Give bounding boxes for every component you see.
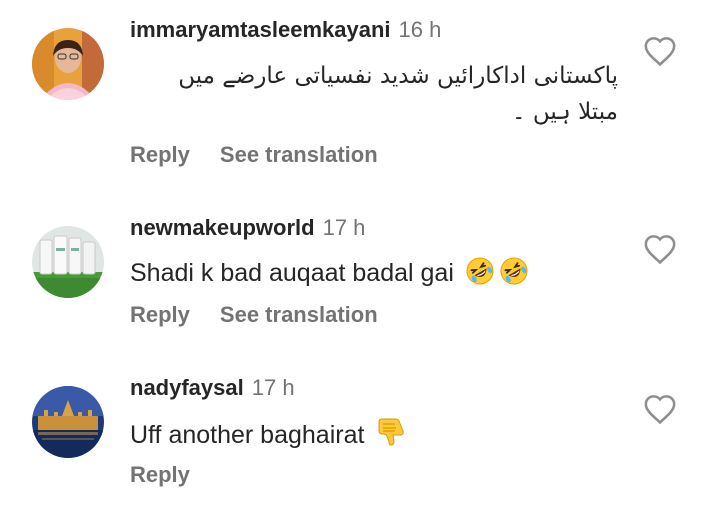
heart-icon[interactable] (643, 393, 677, 425)
comment-header: immaryamtasleemkayani 16 h (130, 17, 441, 43)
timestamp: 17 h (251, 375, 295, 400)
comment-actions: Reply See translation (130, 142, 378, 168)
comment-text: Uff another baghairat (130, 416, 407, 452)
comment-item: newmakeupworld 17 h Shadi k bad auqaat ba… (0, 190, 720, 350)
avatar[interactable] (32, 28, 104, 100)
see-translation-button[interactable]: See translation (220, 302, 378, 327)
username[interactable]: immaryamtasleemkayani (130, 17, 391, 42)
timestamp: 17 h (322, 215, 366, 240)
comment-header: nadyfaysal 17 h (130, 375, 295, 401)
reply-button[interactable]: Reply (130, 302, 190, 327)
comment-text-content: Shadi k bad auqaat badal gai (130, 259, 454, 287)
rolling-on-floor-laughing-icon (499, 256, 529, 286)
heart-icon[interactable] (643, 35, 677, 67)
avatar[interactable] (32, 386, 104, 458)
reply-button[interactable]: Reply (130, 142, 190, 167)
comment-item: immaryamtasleemkayani 16 h پاکستانی اداکا… (0, 0, 720, 190)
thumbs-down-icon (375, 416, 407, 448)
timestamp: 16 h (398, 17, 442, 42)
comment-actions: Reply See translation (130, 302, 378, 328)
username[interactable]: nadyfaysal (130, 375, 244, 400)
avatar[interactable] (32, 226, 104, 298)
comment-actions: Reply (130, 462, 190, 488)
heart-icon[interactable] (643, 233, 677, 265)
username[interactable]: newmakeupworld (130, 215, 315, 240)
see-translation-button[interactable]: See translation (220, 142, 378, 167)
rolling-on-floor-laughing-icon (465, 256, 495, 286)
comment-header: newmakeupworld 17 h (130, 215, 365, 241)
comment-text-line-2: مبتلا ہیں ۔ (512, 99, 618, 125)
comment-item: nadyfaysal 17 h Uff another baghairat Rep… (0, 350, 720, 522)
comment-text: Shadi k bad auqaat badal gai (130, 256, 529, 290)
comment-text-content: Uff another baghairat (130, 421, 365, 449)
comment-text-line-1: پاکستانی اداکارائیں شدید نفسیاتی عارضے م… (178, 63, 618, 89)
reply-button[interactable]: Reply (130, 462, 190, 487)
